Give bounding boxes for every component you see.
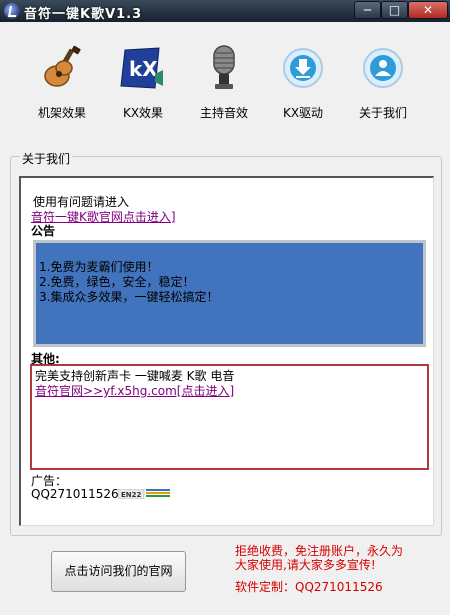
window-title: 音符一键K歌V1.3 [24,7,143,22]
footer-notice-line2: 大家使用,请大家多多宣传! [235,558,376,572]
svg-text:kX: kX [129,57,158,81]
notice-line: 1.免费为麦霸们使用！ [39,260,159,274]
notice-box: 1.免费为麦霸们使用！ 2.免费，绿色，安全，稳定！ 3.集成众多效果，一键轻松… [33,240,426,347]
kx-icon: kX [119,44,167,92]
ad-badge[interactable]: EN22 [117,488,170,500]
close-button[interactable]: ✕ [408,1,448,19]
other-line: 完美支持创新声卡 一键喊麦 K歌 电音 [35,369,235,383]
notice-title: 公告 [31,224,56,238]
download-icon [279,44,327,92]
app-icon [4,3,20,19]
visit-website-button[interactable]: 点击访问我们的官网 [51,551,186,592]
tool-label: KX效果 [122,106,164,120]
notice-line: 3.集成众多效果，一键轻松搞定！ [39,290,219,304]
other-box: 完美支持创新声卡 一键喊麦 K歌 电音 音符官网>>yf.x5hg.com[点击… [30,364,429,470]
user-icon [359,44,407,92]
about-group-title: 关于我们 [20,150,73,167]
tool-label: 主持音效 [199,106,248,120]
tool-kx-driver[interactable]: KX驱动 [268,44,338,121]
tool-label: 关于我们 [358,106,407,120]
ad-badge-text: EN22 [121,491,142,499]
title-bar[interactable]: 音符一键K歌V1.3 ─ □ ✕ [0,0,450,22]
notice-line: 2.免费，绿色，安全，稳定！ [39,275,195,289]
other-link[interactable]: 音符官网>>yf.x5hg.com[点击进入] [35,384,424,399]
toolbar: 机架效果 kX KX效果 主持音效 KX驱动 关于我们 [0,22,450,132]
about-panel[interactable] [19,176,434,526]
minimize-button[interactable]: ─ [354,1,381,19]
tool-label: KX驱动 [282,106,324,120]
maximize-button[interactable]: □ [381,1,408,19]
tool-host-sound[interactable]: 主持音效 [189,44,259,121]
tool-about-us[interactable]: 关于我们 [348,44,418,121]
microphone-icon [200,44,248,92]
custom-contact: 软件定制：QQ271011526 [235,580,383,594]
main-window: 音符一键K歌V1.3 ─ □ ✕ 机架效果 kX KX效果 主持音效 KX驱动 … [0,0,450,615]
tool-label: 机架效果 [37,106,86,120]
ad-qq: QQ271011526 [31,487,119,501]
guitar-icon [38,44,86,92]
tool-kx-effect[interactable]: kX KX效果 [108,44,178,121]
tool-rack-effect[interactable]: 机架效果 [27,44,97,121]
